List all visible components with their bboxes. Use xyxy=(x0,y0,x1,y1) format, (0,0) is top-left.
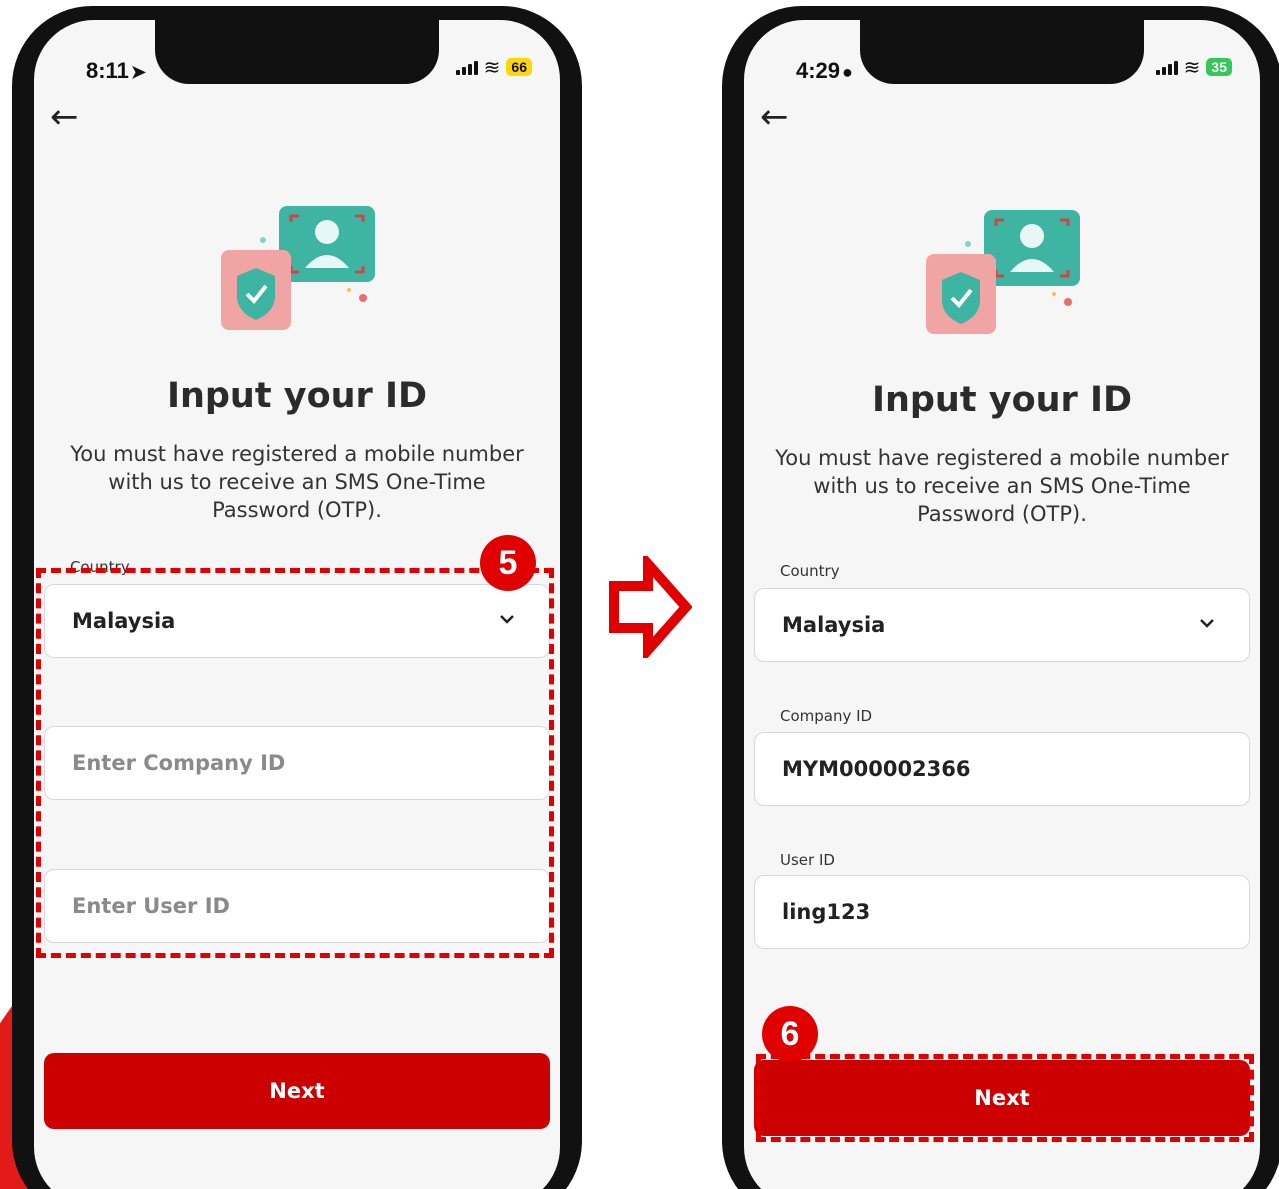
country-value: Malaysia xyxy=(782,613,886,637)
location-arrow-icon: ➤ xyxy=(130,62,146,82)
status-time: 4:29 ● xyxy=(796,58,853,84)
right-arrow-icon xyxy=(609,556,692,658)
country-label: Country xyxy=(780,562,840,580)
notch xyxy=(860,20,1144,84)
status-time: 8:11 ➤ xyxy=(86,58,146,84)
page-description: You must have registered a mobile number… xyxy=(775,446,1229,526)
battery-icon: 66 xyxy=(506,58,532,76)
signal-icon xyxy=(1155,59,1178,75)
page-description: You must have registered a mobile number… xyxy=(70,442,524,522)
status-icons: ≋ 35 xyxy=(1155,55,1232,79)
time-text: 4:29 xyxy=(796,58,841,83)
back-arrow-icon[interactable]: ← xyxy=(50,100,79,134)
step-badge-5: 5 xyxy=(480,535,536,591)
screen-right: 4:29 ● ≋ 35 ← Input your ID You must hav… xyxy=(744,20,1260,1189)
notch xyxy=(155,20,439,84)
tutorial-page: 8:11 ➤ ≋ 66 ← Input your ID You must hav… xyxy=(0,0,1279,1189)
page-title: Input your ID xyxy=(871,380,1133,420)
wifi-icon: ≋ xyxy=(1183,55,1201,79)
user-id-label: User ID xyxy=(780,851,835,869)
signal-icon xyxy=(455,59,478,75)
battery-icon: 35 xyxy=(1206,58,1232,76)
page-title: Input your ID xyxy=(166,376,428,416)
company-id-input[interactable]: MYM000002366 xyxy=(754,732,1250,806)
next-button[interactable]: Next xyxy=(44,1053,550,1129)
step-badge-6: 6 xyxy=(762,1006,818,1062)
chevron-down-icon xyxy=(1200,619,1214,628)
country-select[interactable]: Malaysia xyxy=(754,588,1250,662)
status-icons: ≋ 66 xyxy=(455,55,532,79)
back-arrow-icon[interactable]: ← xyxy=(760,100,789,134)
company-id-label: Company ID xyxy=(780,707,873,725)
id-shield-illustration xyxy=(926,210,1080,334)
person-icon: ● xyxy=(842,62,853,82)
highlight-box-step-6 xyxy=(756,1054,1254,1142)
id-shield-illustration xyxy=(221,206,375,330)
highlight-box-step-5 xyxy=(36,568,554,958)
wifi-icon: ≋ xyxy=(483,55,501,79)
user-id-input[interactable]: ling123 xyxy=(754,875,1250,949)
time-text: 8:11 xyxy=(86,58,129,83)
